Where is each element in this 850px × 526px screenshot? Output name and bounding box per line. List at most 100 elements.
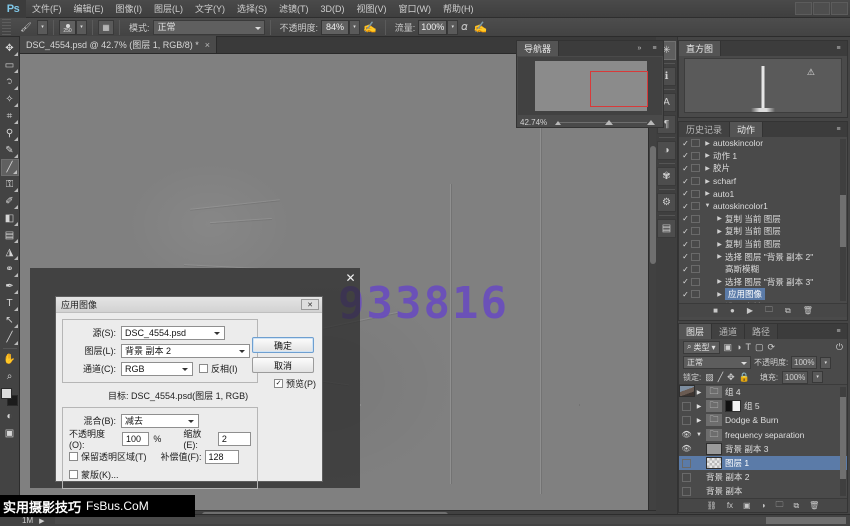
action-enabled-checkmark-icon[interactable]: ✓ xyxy=(680,214,691,223)
layer-filter-select[interactable]: ⌕ 类型 ▾ xyxy=(683,341,720,354)
opacity-input[interactable]: 84% xyxy=(321,20,349,35)
disclosure-triangle-icon[interactable]: ▶ xyxy=(702,140,713,147)
channel-select[interactable]: RGB xyxy=(121,362,193,376)
zoom-in-icon[interactable] xyxy=(647,120,655,125)
checkbox-box[interactable] xyxy=(199,364,208,373)
fx-icon[interactable]: fx xyxy=(727,501,733,510)
layer-row[interactable]: ▶🗀组 4 xyxy=(679,385,847,399)
options-bar-grip[interactable] xyxy=(2,19,11,36)
group-icon[interactable]: 🗀 xyxy=(775,499,783,513)
layer-select[interactable]: 背景 副本 2 xyxy=(121,344,250,358)
filter-pixel-icon[interactable]: ▣ xyxy=(724,342,733,353)
zoom-out-icon[interactable] xyxy=(555,121,561,125)
tab-paths[interactable]: 路径 xyxy=(745,324,778,339)
menu-window[interactable]: 窗口(W) xyxy=(393,0,438,18)
play-icon[interactable]: ▶ xyxy=(747,306,753,315)
adjustment-icon[interactable]: ◑ xyxy=(761,501,766,510)
layers-scrollbar[interactable] xyxy=(840,387,846,496)
panel-menu-icon[interactable]: ≡ xyxy=(649,44,660,53)
menu-layer[interactable]: 图层(L) xyxy=(148,0,189,18)
blend-mode-select[interactable]: 正常 xyxy=(153,20,265,35)
scale-input[interactable]: 2 xyxy=(218,432,251,446)
preview-checkbox[interactable]: ✓ 预览(P) xyxy=(274,377,316,390)
action-row[interactable]: ✓▶选择 图层 "背景 副本 3" xyxy=(679,276,847,289)
mask-icon[interactable]: ▣ xyxy=(743,501,751,510)
brush-size-indicator[interactable]: 250 xyxy=(59,20,76,35)
lock-position-icon[interactable]: ✥ xyxy=(727,372,735,383)
panel-menu-icon[interactable]: ≡ xyxy=(833,327,844,336)
action-dialog-toggle-icon[interactable] xyxy=(691,240,700,248)
disclosure-triangle-icon[interactable]: ▶ xyxy=(714,291,725,298)
flow-pressure-icon[interactable]: ✍ xyxy=(474,21,488,34)
record-icon[interactable]: ● xyxy=(730,306,735,315)
disclosure-triangle-icon[interactable]: ▶ xyxy=(714,278,725,285)
dialog-title-bar[interactable]: 应用图像 ✕ xyxy=(56,297,322,313)
brush-preview-icon[interactable]: 🖌 xyxy=(15,19,37,35)
move-tool[interactable]: ✥ xyxy=(1,40,19,57)
action-dialog-toggle-icon[interactable] xyxy=(691,278,700,286)
menu-help[interactable]: 帮助(H) xyxy=(437,0,480,18)
action-enabled-checkmark-icon[interactable]: ✓ xyxy=(680,290,691,299)
tab-actions[interactable]: 动作 xyxy=(730,122,763,137)
menu-3d[interactable]: 3D(D) xyxy=(315,0,351,18)
action-row[interactable]: ✓▶复制 当前 图层 xyxy=(679,225,847,238)
action-enabled-checkmark-icon[interactable]: ✓ xyxy=(680,164,691,173)
action-dialog-toggle-icon[interactable] xyxy=(691,253,700,261)
delete-icon[interactable]: 🗑 xyxy=(803,306,813,315)
quick-mask-toggle[interactable]: ◐ xyxy=(1,408,19,425)
delete-icon[interactable]: 🗑 xyxy=(809,501,819,510)
layer-disclosure-triangle-icon[interactable]: ▶ xyxy=(695,389,703,396)
actions-scrollbar[interactable] xyxy=(840,139,846,301)
tab-channels[interactable]: 通道 xyxy=(712,324,745,339)
close-icon[interactable]: × xyxy=(205,40,210,50)
action-dialog-toggle-icon[interactable] xyxy=(691,202,700,210)
disclosure-triangle-icon[interactable]: ▶ xyxy=(714,215,725,222)
navigator-zoom-value[interactable]: 42.74% xyxy=(520,118,547,127)
quick-selection-tool[interactable]: ✧ xyxy=(1,91,19,108)
link-icon[interactable]: ⛓ xyxy=(707,501,717,510)
layer-visibility-eye-icon[interactable] xyxy=(682,487,691,496)
action-dialog-toggle-icon[interactable] xyxy=(691,215,700,223)
action-dialog-toggle-icon[interactable] xyxy=(691,139,700,147)
disclosure-triangle-icon[interactable]: ▶ xyxy=(702,152,713,159)
disclosure-triangle-icon[interactable]: ▶ xyxy=(702,190,713,197)
foreground-color-swatch[interactable] xyxy=(1,388,12,399)
layer-row[interactable]: 背景 副本 2 xyxy=(679,470,847,484)
menu-file[interactable]: 文件(F) xyxy=(26,0,68,18)
layer-blend-mode-select[interactable]: 正常 xyxy=(683,356,751,369)
layer-visibility-eye-icon[interactable] xyxy=(682,459,691,468)
layer-disclosure-triangle-icon[interactable]: ▼ xyxy=(695,432,703,438)
action-dialog-toggle-icon[interactable] xyxy=(691,164,700,172)
action-row[interactable]: ✓▶scharf xyxy=(679,175,847,188)
action-enabled-checkmark-icon[interactable]: ✓ xyxy=(680,240,691,249)
layer-visibility-eye-icon[interactable]: 👁 xyxy=(681,430,692,439)
clone-stamp-tool[interactable]: ⚿ xyxy=(1,176,19,193)
layer-thumbnail[interactable] xyxy=(706,443,722,455)
menu-select[interactable]: 选择(S) xyxy=(231,0,273,18)
blur-tool[interactable]: ◮ xyxy=(1,244,19,261)
layer-disclosure-triangle-icon[interactable]: ▶ xyxy=(695,403,703,410)
layer-row[interactable]: 👁▼🗀frequency separation xyxy=(679,428,847,442)
lock-transparent-icon[interactable]: ▨ xyxy=(705,372,714,383)
layer-thumbnail[interactable] xyxy=(706,457,722,469)
action-row[interactable]: ✓▶应用图像 xyxy=(679,288,847,301)
crop-tool[interactable]: ⌗ xyxy=(1,108,19,125)
dialog-opacity-input[interactable]: 100 xyxy=(122,432,149,446)
action-row[interactable]: ✓▶动作 1 xyxy=(679,150,847,163)
filter-toggle-icon[interactable]: ⏻ xyxy=(836,342,843,353)
cancel-button[interactable]: 取消 xyxy=(252,357,314,373)
slider-handle[interactable] xyxy=(605,120,613,125)
action-dialog-toggle-icon[interactable] xyxy=(691,290,700,298)
offset-input[interactable]: 128 xyxy=(205,450,239,464)
checkbox-box[interactable] xyxy=(69,470,78,479)
action-row[interactable]: ✓▶设置 当前 图层 xyxy=(679,301,847,303)
eyedropper-tool[interactable]: ⚲ xyxy=(1,125,19,142)
action-enabled-checkmark-icon[interactable]: ✓ xyxy=(680,265,691,274)
invert-checkbox[interactable]: 反相(I) xyxy=(199,362,238,375)
ok-button[interactable]: 确定 xyxy=(252,337,314,353)
gradient-tool[interactable]: ▤ xyxy=(1,227,19,244)
menu-view[interactable]: 视图(V) xyxy=(351,0,393,18)
source-select[interactable]: DSC_4554.psd xyxy=(121,326,225,340)
brush-presets-icon[interactable]: ✾ xyxy=(657,167,676,186)
actions-list[interactable]: ✓▶autoskincolor✓▶动作 1✓▶胶片✓▶scharf✓▶auto1… xyxy=(679,137,847,303)
